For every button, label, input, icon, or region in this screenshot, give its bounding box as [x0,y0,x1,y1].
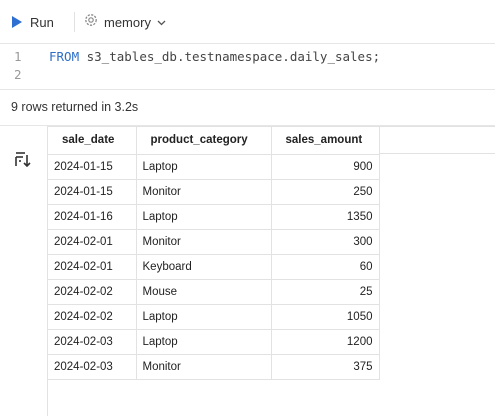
cell-product-category[interactable]: Monitor [136,354,272,380]
cell-product-category[interactable]: Keyboard [136,254,272,280]
cell-sales-amount[interactable]: 375 [271,354,380,380]
header-extension-line [379,153,495,154]
cell-sales-amount[interactable]: 1200 [271,329,380,355]
cell-sale-date[interactable]: 2024-02-01 [48,254,137,280]
status-text: 9 rows returned in 3.2s [11,100,139,114]
cell-product-category[interactable]: Monitor [136,229,272,255]
table-row: 2024-02-02 Mouse 25 [48,279,380,305]
cell-sales-amount[interactable]: 900 [271,154,380,180]
cell-sale-date[interactable]: 2024-02-03 [48,354,137,380]
cell-sale-date[interactable]: 2024-02-01 [48,229,137,255]
cell-sale-date[interactable]: 2024-01-15 [48,179,137,205]
cell-sale-date[interactable]: 2024-02-02 [48,304,137,330]
cell-sales-amount[interactable]: 1350 [271,204,380,230]
cell-sales-amount[interactable]: 25 [271,279,380,305]
sql-text: s3_tables_db.testnamespace.daily_sales; [79,49,381,64]
cell-sale-date[interactable]: 2024-01-16 [48,204,137,230]
cell-product-category[interactable]: Laptop [136,204,272,230]
line-number: 2 [14,67,22,82]
engine-gear-icon [84,13,98,32]
column-header-product-category[interactable]: product_category [136,127,272,155]
table-row: 2024-02-03 Laptop 1200 [48,329,380,355]
column-header-sales-amount[interactable]: sales_amount [271,127,380,155]
table-row: 2024-02-02 Laptop 1050 [48,304,380,330]
engine-select[interactable]: memory [84,10,166,34]
filter-sort-icon[interactable] [15,152,32,167]
cell-sales-amount[interactable]: 1050 [271,304,380,330]
toolbar: Run memory [0,0,495,44]
cell-sales-amount[interactable]: 60 [271,254,380,280]
play-icon [12,16,22,28]
chevron-down-icon [157,13,166,31]
line-number: 1 [14,49,22,64]
engine-label: memory [104,14,151,30]
sql-keyword: FROM [49,49,80,64]
sql-editor[interactable]: 1 FROM s3_tables_db.testnamespace.daily_… [0,44,495,90]
cell-sale-date[interactable]: 2024-02-02 [48,279,137,305]
cell-sale-date[interactable]: 2024-01-15 [48,154,137,180]
table-row: 2024-01-16 Laptop 1350 [48,204,380,230]
table-row: 2024-02-01 Keyboard 60 [48,254,380,280]
table-header-row: sale_date product_category sales_amount [48,127,380,155]
query-status: 9 rows returned in 3.2s [0,90,495,126]
cell-product-category[interactable]: Mouse [136,279,272,305]
toolbar-divider [74,12,75,32]
table-row: 2024-02-03 Monitor 375 [48,354,380,380]
table-row: 2024-01-15 Laptop 900 [48,154,380,180]
cell-sales-amount[interactable]: 250 [271,179,380,205]
run-button[interactable]: Run [12,10,54,34]
cell-product-category[interactable]: Laptop [136,154,272,180]
cell-sale-date[interactable]: 2024-02-03 [48,329,137,355]
table-row: 2024-02-01 Monitor 300 [48,229,380,255]
cell-product-category[interactable]: Laptop [136,329,272,355]
table-row: 2024-01-15 Monitor 250 [48,179,380,205]
cell-product-category[interactable]: Monitor [136,179,272,205]
run-label: Run [30,14,54,30]
code-text: FROM s3_tables_db.testnamespace.daily_sa… [49,48,380,66]
cell-sales-amount[interactable]: 300 [271,229,380,255]
results-table: sale_date product_category sales_amount … [48,127,380,380]
column-header-sale-date[interactable]: sale_date [48,127,137,155]
cell-product-category[interactable]: Laptop [136,304,272,330]
results-left-rail [0,126,48,416]
